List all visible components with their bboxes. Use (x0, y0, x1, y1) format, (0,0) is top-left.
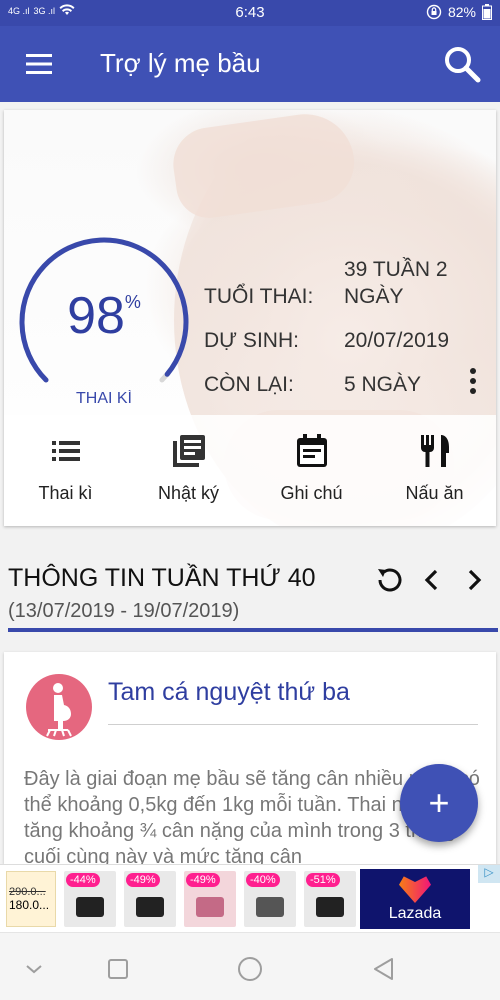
library-books-icon (172, 435, 205, 467)
lazada-logo[interactable]: Lazada (360, 869, 470, 929)
ad-product-image (316, 897, 344, 917)
status-right: 82% (426, 4, 492, 20)
week-navigation (376, 566, 488, 594)
action-nhat-ky[interactable]: Nhật ký (127, 415, 250, 526)
add-button[interactable]: + (400, 764, 478, 842)
ad-old-price: 290.0... (9, 886, 46, 898)
lazada-brand-name: Lazada (388, 905, 442, 922)
card-divider (108, 724, 478, 725)
week-title: THÔNG TIN TUẦN THỨ 40 (8, 564, 316, 592)
ad-discount-badge: -40% (246, 873, 280, 887)
ad-discount-badge: -49% (186, 873, 220, 887)
action-thai-ki[interactable]: Thai kì (4, 415, 127, 526)
back-triangle-icon (374, 958, 393, 980)
list-icon (51, 441, 80, 461)
lazada-heart-icon (399, 876, 431, 903)
restaurant-icon (420, 435, 449, 467)
remaining-label: CÒN LẠI: (204, 373, 294, 396)
battery-icon (482, 4, 492, 20)
action-label: Nấu ăn (405, 483, 464, 503)
ad-product-tile[interactable]: -51% (304, 871, 356, 927)
pregnancy-summary-card: 98% THAI KÌ TUỔI THAI: 39 TUẦN 2 NGÀY DỰ… (4, 110, 496, 526)
nav-back-button[interactable] (370, 955, 398, 983)
ad-discount-badge: -49% (126, 873, 160, 887)
week-date-range: (13/07/2019 - 19/07/2019) (8, 600, 240, 622)
action-ghi-chu[interactable]: Ghi chú (250, 415, 373, 526)
nav-home-button[interactable] (236, 955, 264, 983)
ad-product-tile[interactable]: -44% (64, 871, 116, 927)
previous-week-button[interactable] (418, 566, 446, 594)
app-title: Trợ lý mẹ bầu (100, 48, 261, 78)
progress-number: 98 (67, 287, 125, 345)
ad-product-image (196, 897, 224, 917)
chevron-left-icon (424, 569, 438, 591)
adchoices-icon[interactable]: ▷ (478, 865, 500, 883)
action-nau-an[interactable]: Nấu ăn (373, 415, 496, 526)
more-options-button[interactable] (466, 366, 480, 396)
app-bar: Trợ lý mẹ bầu (0, 26, 500, 102)
quick-actions: Thai kì Nhật ký Ghi chú Nấu ăn (4, 415, 496, 526)
ad-product-image (256, 897, 284, 917)
ad-price-tag[interactable]: 290.0... 180.0... (6, 871, 56, 927)
chevron-down-icon (26, 965, 42, 974)
action-label: Nhật ký (157, 483, 220, 503)
status-bar: 4G .ıl 3G .ıl 6:43 82% (0, 0, 500, 26)
ad-product-image (76, 897, 104, 917)
ad-product-image (136, 897, 164, 917)
nav-collapse-button[interactable] (20, 955, 48, 983)
action-label: Thai kì (38, 483, 93, 503)
percent-sign: % (124, 292, 141, 312)
rotation-lock-icon (426, 4, 442, 20)
ad-new-price: 180.0... (9, 898, 50, 912)
age-label: TUỔI THAI: (204, 285, 314, 308)
due-date-value: 20/07/2019 (344, 329, 450, 352)
ad-product-tile[interactable]: -49% (184, 871, 236, 927)
pregnant-woman-icon (26, 674, 92, 740)
ad-product-tile[interactable]: -40% (244, 871, 296, 927)
age-value: 39 TUẦN 2 NGÀY (344, 258, 448, 308)
ad-banner[interactable]: 290.0... 180.0... -44% -49% -49% -40% -5… (0, 864, 500, 932)
ad-discount-badge: -51% (306, 873, 340, 887)
event-note-icon (296, 434, 327, 467)
card-title: Tam cá nguyệt thứ ba (108, 678, 350, 706)
due-date-label: DỰ SINH: (204, 329, 299, 352)
circle-icon (238, 957, 262, 981)
progress-label: THAI KÌ (75, 390, 132, 404)
chevron-right-icon (468, 569, 482, 591)
more-vert-icon (470, 368, 476, 394)
menu-icon (26, 54, 52, 74)
next-week-button[interactable] (460, 566, 488, 594)
system-nav-bar (0, 932, 500, 1000)
search-button[interactable] (442, 44, 482, 84)
refresh-icon (378, 568, 402, 592)
section-divider (8, 628, 498, 632)
action-label: Ghi chú (280, 483, 343, 503)
progress-percent: 98% (16, 286, 192, 346)
nav-recents-button[interactable] (104, 955, 132, 983)
ad-product-tile[interactable]: -49% (124, 871, 176, 927)
ad-discount-badge: -44% (66, 873, 100, 887)
battery-percent: 82% (447, 4, 476, 20)
reset-week-button[interactable] (376, 566, 404, 594)
menu-button[interactable] (22, 50, 56, 78)
remaining-value: 5 NGÀY (344, 373, 422, 396)
search-icon (445, 47, 481, 83)
square-icon (108, 959, 128, 979)
